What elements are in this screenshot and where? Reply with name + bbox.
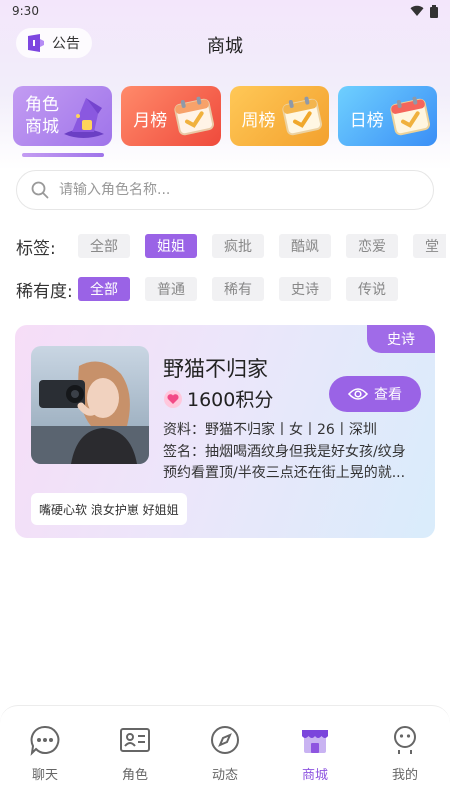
tab-daily[interactable]: 日榜 [337,86,437,146]
id-card-icon [120,728,150,752]
status-icons [410,4,438,18]
active-tab-indicator [22,153,104,157]
rank-tabs: 角色商城 月榜 周榜 日榜 [13,86,437,146]
nav-shop-label: 商城 [301,768,328,783]
character-card[interactable]: 史诗 野猫不归家 1600积分 查看 资料：野猫不归家丨女丨26丨深圳 签名：抽… [15,325,435,538]
view-button[interactable]: 查看 [329,376,421,412]
tab-daily-label: 日榜 [349,111,384,131]
search-input[interactable] [59,182,433,198]
view-button-label: 查看 [374,387,402,403]
tab-monthly[interactable]: 月榜 [121,86,221,146]
tag-filter-chip[interactable]: 全部 [78,234,130,258]
character-tags: 嘴硬心软 浪女护崽 好姐姐 [31,493,187,525]
battery-icon [430,4,438,18]
nav-moments[interactable]: 动态 [190,724,260,800]
compass-icon [211,726,239,754]
rarity-filter-row: 稀有度: 全部 普通 稀有 史诗 传说 [16,276,446,302]
header: 公告 商城 [0,26,450,62]
tab-role-shop[interactable]: 角色商城 [13,86,113,146]
character-bio-line1: 签名：抽烟喝酒纹身但我是好女孩/纹身 [163,444,406,460]
character-profile: 资料：野猫不归家丨女丨26丨深圳 [163,422,377,438]
page-title: 商城 [207,36,243,57]
tab-weekly[interactable]: 周榜 [229,86,329,146]
nav-chat-label: 聊天 [31,768,58,783]
rarity-filter-chip[interactable]: 史诗 [279,277,331,301]
bottom-nav: 聊天 角色 动态 商城 我的 [0,705,450,800]
tag-filter-chip[interactable]: 堂 [413,234,446,258]
tab-weekly-label: 周榜 [241,111,276,131]
wifi-icon [410,5,424,17]
nav-moments-label: 动态 [211,768,238,783]
nav-shop[interactable]: 商城 [280,724,350,800]
wizard-hat-icon [64,98,105,138]
rarity-filter-chip[interactable]: 传说 [346,277,398,301]
character-avatar[interactable] [31,346,149,464]
rarity-chips: 全部 普通 稀有 史诗 传说 [78,277,398,301]
nav-roles[interactable]: 角色 [100,724,170,800]
points-row: 1600积分 [163,385,273,412]
calendar-icon [390,96,431,136]
status-bar: 9:30 [0,0,450,22]
nav-mine-label: 我的 [391,768,418,783]
nav-chat[interactable]: 聊天 [10,724,80,800]
tab-monthly-label: 月榜 [133,111,168,131]
rarity-filter-chip[interactable]: 稀有 [212,277,264,301]
character-points: 1600积分 [187,389,274,411]
character-bio-line2: 预约看置顶/半夜三点还在街上晃的就... [163,465,406,481]
tag-filter-row: 标签: 全部 姐姐 疯批 酷飒 恋爱堂 [16,233,446,259]
search-bar[interactable] [16,170,434,210]
rarity-filter-chip[interactable]: 全部 [78,277,130,301]
tag-filter-label: 标签: [16,238,56,259]
rarity-filter-label: 稀有度: [16,281,73,302]
rarity-badge: 史诗 [367,325,435,353]
status-time: 9:30 [12,4,39,18]
calendar-icon [173,96,214,136]
tag-filter-chip[interactable]: 疯批 [212,234,264,258]
nav-roles-label: 角色 [121,768,148,783]
tag-chips: 全部 姐姐 疯批 酷飒 恋爱堂 [78,234,446,258]
shop-icon [302,730,328,753]
nav-mine[interactable]: 我的 [370,724,440,800]
calendar-icon [282,96,322,136]
rarity-filter-chip[interactable]: 普通 [145,277,197,301]
profile-icon [394,726,416,754]
eye-icon [348,388,368,400]
tag-filter-chip[interactable]: 酷飒 [279,234,331,258]
chat-icon [30,725,60,756]
character-photo [31,346,149,464]
character-name: 野猫不归家 [163,357,268,381]
search-icon [31,181,49,199]
tag-filter-chip[interactable]: 姐姐 [145,234,197,258]
tag-filter-chip[interactable]: 恋爱 [346,234,398,258]
heart-points-icon [164,389,182,408]
